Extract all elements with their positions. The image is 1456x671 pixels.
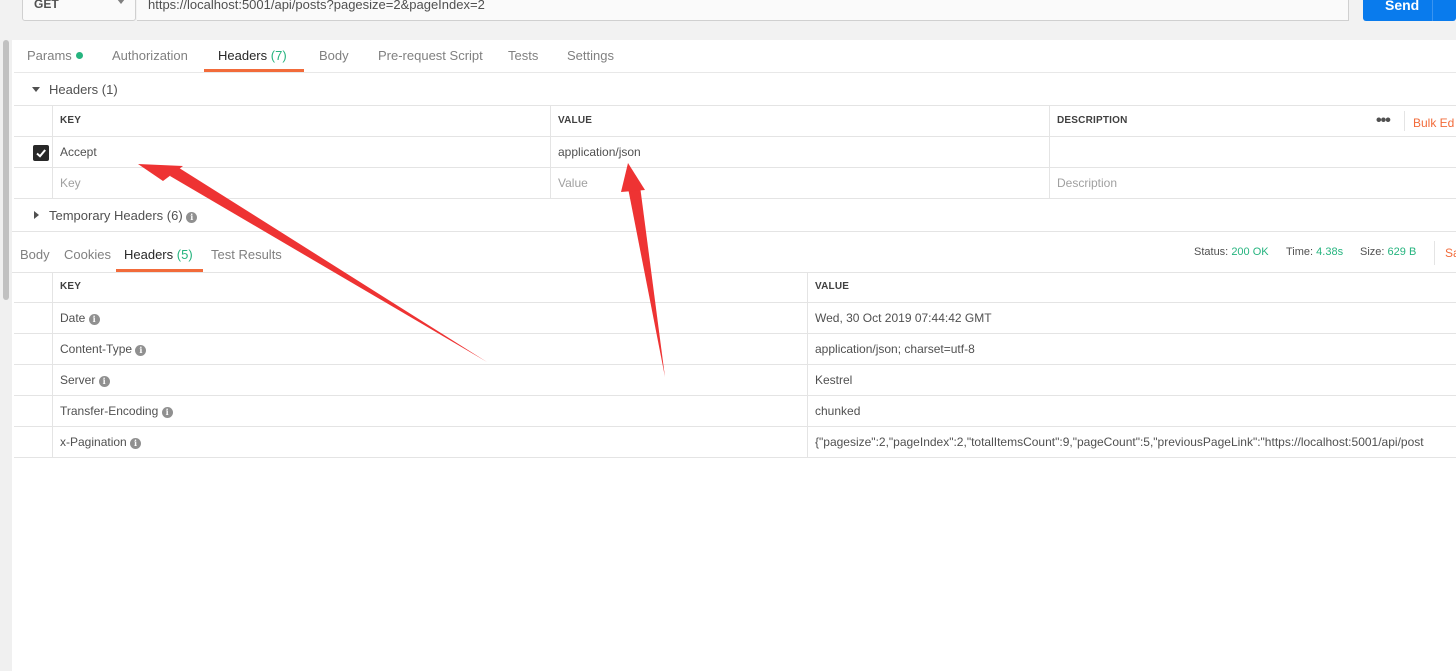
tab-settings[interactable]: Settings xyxy=(567,48,614,63)
column-description: DESCRIPTION xyxy=(1049,106,1456,137)
vertical-scrollbar[interactable] xyxy=(0,40,12,671)
info-icon[interactable]: i xyxy=(161,407,173,418)
info-icon[interactable]: i xyxy=(98,376,110,387)
resp-column-value: VALUE xyxy=(807,272,1456,303)
column-value: VALUE xyxy=(550,106,1049,137)
header-description-input[interactable] xyxy=(1049,137,1456,168)
resp-header-key: Transfer-Encoding i xyxy=(52,396,807,427)
tab-params-label: Params xyxy=(27,48,72,63)
table-row: Transfer-Encoding i chunked xyxy=(14,396,1456,427)
send-dropdown-divider xyxy=(1432,0,1433,21)
new-description-input[interactable]: Description xyxy=(1049,168,1456,199)
time-indicator: Time: 4.38s xyxy=(1286,246,1343,258)
resp-table-header-row: KEY VALUE xyxy=(14,272,1456,303)
info-icon[interactable]: i xyxy=(135,345,147,356)
request-url-bar: GET https://localhost:5001/api/posts?pag… xyxy=(0,0,1456,40)
size-label: Size: xyxy=(1360,246,1385,258)
resp-header-key-text: Content-Type xyxy=(60,342,133,356)
headers-title: Headers xyxy=(49,82,99,97)
resp-header-value: Kestrel xyxy=(807,365,1456,396)
new-value-input[interactable]: Value xyxy=(550,168,1049,199)
resp-header-key: Date i xyxy=(52,303,807,334)
collapse-triangle-icon[interactable] xyxy=(32,87,40,92)
size-value: 629 B xyxy=(1387,246,1417,258)
url-input[interactable]: https://localhost:5001/api/posts?pagesiz… xyxy=(137,0,1349,21)
new-key-input[interactable]: Key xyxy=(52,168,551,199)
info-icon[interactable]: i xyxy=(130,438,142,449)
request-tabs: Params Authorization Headers (7) Body Pr… xyxy=(14,40,1456,73)
resp-tab-headers[interactable]: Headers (5) xyxy=(124,247,193,262)
resp-tab-body[interactable]: Body xyxy=(20,247,50,262)
resp-tab-cookies[interactable]: Cookies xyxy=(64,247,111,262)
expand-triangle-icon[interactable] xyxy=(34,211,39,219)
checkmark-icon xyxy=(36,149,46,158)
resp-header-key-text: Server xyxy=(60,373,96,387)
resp-tab-headers-count: (5) xyxy=(176,247,193,262)
resp-header-key-text: Date xyxy=(60,311,86,325)
params-active-dot xyxy=(75,52,83,59)
row-enabled-checkbox[interactable] xyxy=(33,145,49,161)
resp-header-value: Wed, 30 Oct 2019 07:44:42 GMT xyxy=(807,303,1456,334)
resp-header-value: chunked xyxy=(807,396,1456,427)
scrollbar-thumb[interactable] xyxy=(3,40,9,300)
resp-header-key: Content-Type i xyxy=(52,334,807,365)
table-row: Content-Type i application/json; charset… xyxy=(14,334,1456,365)
resp-tab-test-results[interactable]: Test Results xyxy=(211,247,282,262)
status-label: Status: xyxy=(1194,246,1229,258)
bulk-edit-link[interactable]: Bulk Ed xyxy=(1413,116,1454,130)
tab-authorization[interactable]: Authorization xyxy=(112,48,188,63)
headers-section-title[interactable]: Headers (1) xyxy=(49,82,118,97)
save-response-button[interactable]: Sa xyxy=(1434,241,1456,265)
info-icon[interactable]: i xyxy=(186,212,198,223)
resp-column-key: KEY xyxy=(52,272,807,303)
tab-headers-count: (7) xyxy=(270,48,287,63)
tab-headers-label: Headers xyxy=(218,48,268,63)
status-value: 200 OK xyxy=(1231,246,1269,258)
table-row: Server i Kestrel xyxy=(14,365,1456,396)
resp-header-key: Server i xyxy=(52,365,807,396)
table-header-row: KEY VALUE DESCRIPTION xyxy=(14,106,1456,137)
resp-header-key-text: Transfer-Encoding xyxy=(60,404,159,418)
status-indicator: Status: 200 OK xyxy=(1194,246,1269,258)
resp-header-value: application/json; charset=utf-8 xyxy=(807,334,1456,365)
tab-tests[interactable]: Tests xyxy=(508,48,538,63)
active-tab-indicator xyxy=(204,69,304,72)
resp-tab-headers-label: Headers xyxy=(124,247,174,262)
response-headers-table: KEY VALUE Date i Wed, 30 Oct 2019 07:44:… xyxy=(14,272,1456,459)
size-indicator: Size: 629 B xyxy=(1360,246,1416,258)
temporary-headers-title[interactable]: Temporary Headers (6) i xyxy=(49,208,198,223)
temporary-headers-label: Temporary Headers xyxy=(49,208,164,223)
table-row: x-Pagination i {"pagesize":2,"pageIndex"… xyxy=(14,427,1456,458)
headers-count: (1) xyxy=(101,82,118,97)
info-icon[interactable]: i xyxy=(88,314,100,325)
tab-headers[interactable]: Headers (7) xyxy=(218,48,287,63)
time-value: 4.38s xyxy=(1316,246,1344,258)
method-label: GET xyxy=(34,0,59,11)
column-key: KEY xyxy=(52,106,551,137)
send-label: Send xyxy=(1385,0,1420,13)
chevron-down-icon xyxy=(117,0,125,4)
url-text: https://localhost:5001/api/posts?pagesiz… xyxy=(148,0,485,12)
header-key-input[interactable]: Accept xyxy=(52,137,551,168)
method-select[interactable]: GET xyxy=(22,0,136,21)
table-row-new: Key Value Description xyxy=(14,168,1456,199)
table-row: Accept application/json xyxy=(14,137,1456,168)
toolbar-divider xyxy=(1404,111,1405,131)
tab-body[interactable]: Body xyxy=(319,48,349,63)
resp-header-value: {"pagesize":2,"pageIndex":2,"totalItemsC… xyxy=(807,427,1456,458)
tab-params[interactable]: Params xyxy=(27,48,83,63)
temporary-headers-count: (6) xyxy=(166,208,183,223)
resp-header-key: x-Pagination i xyxy=(52,427,807,458)
more-options-icon[interactable]: ••• xyxy=(1376,112,1391,130)
tab-prerequest-script[interactable]: Pre-request Script xyxy=(378,48,483,63)
resp-header-key-text: x-Pagination xyxy=(60,435,127,449)
table-row: Date i Wed, 30 Oct 2019 07:44:42 GMT xyxy=(14,303,1456,334)
response-tabs-bar: Body Cookies Headers (5) Test Results St… xyxy=(0,231,1456,273)
send-button[interactable]: Send xyxy=(1363,0,1456,21)
time-label: Time: xyxy=(1286,246,1314,258)
header-value-input[interactable]: application/json xyxy=(550,137,1049,168)
request-headers-table: KEY VALUE DESCRIPTION Accept application… xyxy=(14,105,1456,199)
